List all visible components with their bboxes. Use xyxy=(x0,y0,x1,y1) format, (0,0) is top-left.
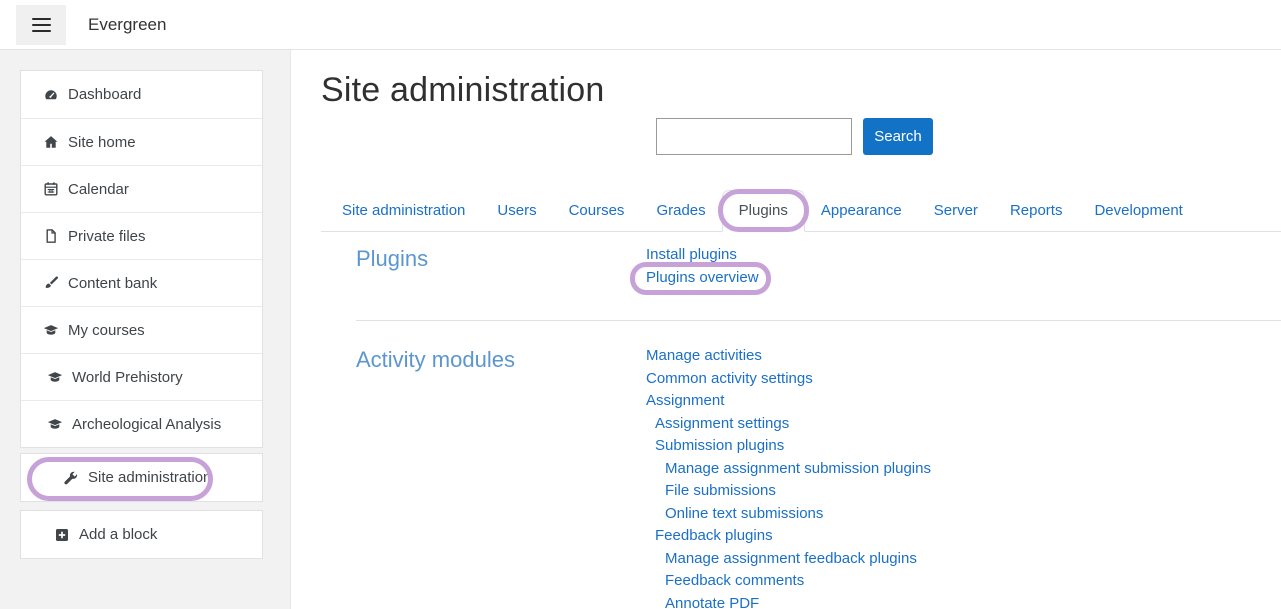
admin-sections: Plugins Install pluginsPlugins overview … xyxy=(356,240,1281,609)
app-window: Evergreen Dashboard Site home Calendar P… xyxy=(0,0,1281,609)
calendar-icon xyxy=(43,181,59,197)
home-icon xyxy=(43,134,59,150)
sidebar-admin-card: Site administration xyxy=(20,453,263,502)
tab-users[interactable]: Users xyxy=(481,190,552,231)
sidebar-item-label: Add a block xyxy=(79,526,157,543)
sidebar-item-add-a-block[interactable]: Add a block xyxy=(21,511,262,558)
sidebar-item-world-prehistory[interactable]: World Prehistory xyxy=(21,353,262,400)
admin-search-input[interactable] xyxy=(656,118,852,155)
link-manage-assignment-submission-plugins[interactable]: Manage assignment submission plugins xyxy=(665,458,931,481)
sidebar-item-label: Dashboard xyxy=(68,86,141,103)
link-submission-plugins[interactable]: Submission plugins xyxy=(655,435,784,458)
link-manage-assignment-feedback-plugins[interactable]: Manage assignment feedback plugins xyxy=(665,548,917,571)
sidebar-item-site-administration[interactable]: Site administration xyxy=(21,454,262,501)
sidebar-item-label: Calendar xyxy=(68,181,129,198)
sidebar-item-private-files[interactable]: Private files xyxy=(21,212,262,259)
dashboard-icon xyxy=(43,87,59,103)
hamburger-icon xyxy=(32,18,51,20)
sidebar-nav-card: Dashboard Site home Calendar Private fil… xyxy=(20,70,263,448)
link-plugins-overview[interactable]: Plugins overview xyxy=(646,267,759,290)
hamburger-menu-button[interactable] xyxy=(16,5,66,45)
sidebar-item-label: Private files xyxy=(68,228,146,245)
sidebar-item-label: World Prehistory xyxy=(72,369,183,386)
link-feedback-plugins[interactable]: Feedback plugins xyxy=(655,525,773,548)
file-icon xyxy=(43,228,59,244)
annotation-ellipse xyxy=(718,189,809,232)
wrench-icon xyxy=(63,470,79,486)
page-title: Site administration xyxy=(321,68,605,112)
graduation-cap-icon xyxy=(47,416,63,432)
sidebar-addblock-card: Add a block xyxy=(20,510,263,559)
tab-plugins[interactable]: Plugins xyxy=(722,190,805,232)
link-feedback-comments[interactable]: Feedback comments xyxy=(665,570,804,593)
main-panel: Site administration Search Site administ… xyxy=(290,50,1281,609)
site-title: Evergreen xyxy=(88,0,166,50)
tab-courses[interactable]: Courses xyxy=(553,190,641,231)
section-links: Install pluginsPlugins overview xyxy=(646,244,1281,289)
sidebar-item-dashboard[interactable]: Dashboard xyxy=(21,71,262,118)
graduation-cap-icon xyxy=(43,322,59,338)
link-manage-activities[interactable]: Manage activities xyxy=(646,345,762,368)
search-button[interactable]: Search xyxy=(863,118,933,155)
section-links: Manage activitiesCommon activity setting… xyxy=(646,345,1281,609)
tab-server[interactable]: Server xyxy=(918,190,994,231)
link-assignment[interactable]: Assignment xyxy=(646,390,724,413)
link-assignment-settings[interactable]: Assignment settings xyxy=(655,413,789,436)
sidebar-item-label: Archeological Analysis xyxy=(72,416,221,433)
sidebar-item-label: Content bank xyxy=(68,275,157,292)
plus-square-icon xyxy=(54,527,70,543)
section-heading: Activity modules xyxy=(356,345,646,373)
link-file-submissions[interactable]: File submissions xyxy=(665,480,776,503)
annotation-ellipse xyxy=(630,262,771,296)
tab-site-administration[interactable]: Site administration xyxy=(326,190,481,231)
admin-tab-bar: Site administrationUsersCoursesGradesPlu… xyxy=(321,190,1281,232)
tab-development[interactable]: Development xyxy=(1078,190,1198,231)
link-online-text-submissions[interactable]: Online text submissions xyxy=(665,503,823,526)
sidebar-item-label: Site home xyxy=(68,134,136,151)
link-install-plugins[interactable]: Install plugins xyxy=(646,244,737,267)
sidebar-item-archeological-analysis[interactable]: Archeological Analysis xyxy=(21,400,262,447)
section-activity-modules: Activity modules Manage activitiesCommon… xyxy=(356,321,1281,609)
section-heading: Plugins xyxy=(356,244,646,272)
graduation-cap-icon xyxy=(47,369,63,385)
sidebar-item-label: Site administration xyxy=(88,469,211,486)
sidebar-item-site-home[interactable]: Site home xyxy=(21,118,262,165)
link-common-activity-settings[interactable]: Common activity settings xyxy=(646,368,813,391)
brush-icon xyxy=(43,275,59,291)
tab-appearance[interactable]: Appearance xyxy=(805,190,918,231)
tab-grades[interactable]: Grades xyxy=(640,190,721,231)
tab-reports[interactable]: Reports xyxy=(994,190,1079,231)
sidebar-item-calendar[interactable]: Calendar xyxy=(21,165,262,212)
sidebar-item-my-courses[interactable]: My courses xyxy=(21,306,262,353)
link-annotate-pdf[interactable]: Annotate PDF xyxy=(665,593,759,609)
sidebar-item-content-bank[interactable]: Content bank xyxy=(21,259,262,306)
sidebar-item-label: My courses xyxy=(68,322,145,339)
section-plugins: Plugins Install pluginsPlugins overview xyxy=(356,240,1281,321)
top-bar: Evergreen xyxy=(0,0,1281,50)
